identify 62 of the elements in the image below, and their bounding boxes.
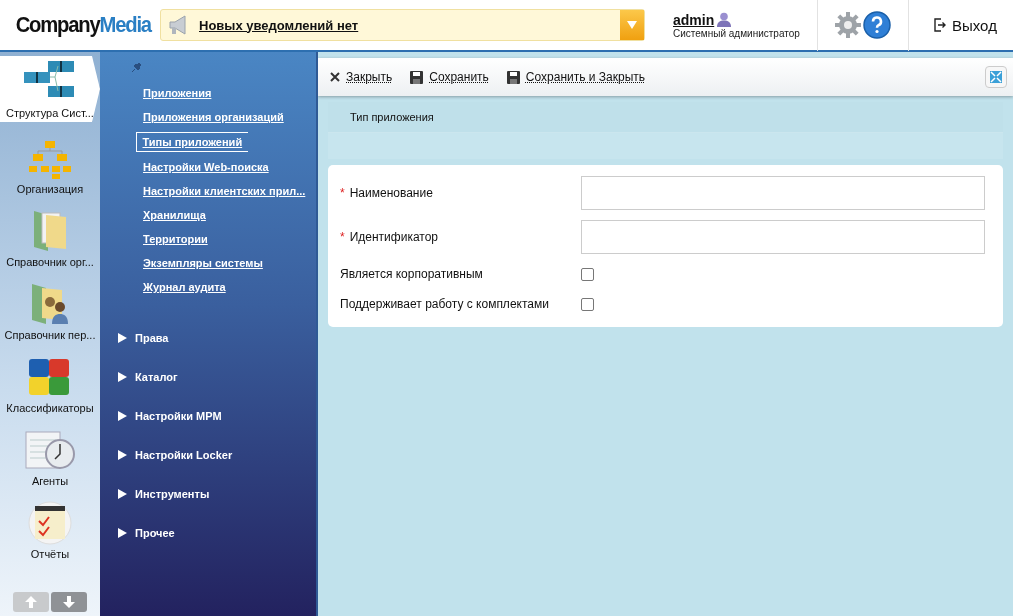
nav-link[interactable]: Настройки Web-поиска <box>137 158 275 176</box>
caret-right-icon <box>118 488 127 499</box>
nav-link[interactable]: Территории <box>137 230 214 248</box>
user-icon <box>717 12 732 27</box>
nav-group[interactable]: Права <box>118 330 316 345</box>
nav-group[interactable]: Инструменты <box>118 486 316 501</box>
nav-group[interactable]: Настройки МРМ <box>118 408 316 423</box>
toolbar-button[interactable]: Закрыть <box>330 70 393 84</box>
notification-link[interactable]: Новых уведомлений нет <box>199 17 620 33</box>
caret-right-icon <box>118 449 127 460</box>
nav-link[interactable]: Типы приложений <box>135 132 249 152</box>
logout-button[interactable]: Выход <box>934 16 997 34</box>
nav-link[interactable]: Настройки клиентских прил... <box>137 182 312 200</box>
down-arrow-icon <box>62 595 76 609</box>
module-tab[interactable]: Классификаторы <box>0 347 100 420</box>
help-icon[interactable] <box>863 11 891 39</box>
nav-link[interactable]: Приложения организаций <box>137 108 290 126</box>
module-tab[interactable]: Справочник пер... <box>0 274 100 347</box>
module-tab[interactable]: Отчёты <box>0 493 100 566</box>
expand-icon <box>990 71 1002 83</box>
save-icon <box>506 70 520 84</box>
field-label: Является корпоративным <box>339 267 484 281</box>
checklist-icon <box>27 501 73 545</box>
scroll-down-button[interactable] <box>51 592 87 612</box>
clock-icon <box>24 430 76 472</box>
user-role: Системный администратор <box>673 27 801 39</box>
nav-group[interactable]: Каталог <box>118 369 316 384</box>
module-tab[interactable]: Структура Сист... <box>0 56 100 122</box>
fullscreen-button[interactable] <box>985 66 1007 88</box>
module-tab[interactable]: Организация <box>0 128 100 201</box>
save-icon <box>410 70 424 84</box>
org-chart-icon <box>28 140 72 180</box>
caret-icon <box>627 21 637 29</box>
form-title: Тип приложения <box>350 111 434 123</box>
toolbar-button[interactable]: Сохранить и Закрыть <box>506 70 646 84</box>
caret-right-icon <box>118 371 127 382</box>
field-label: * Наименование <box>339 186 434 200</box>
nav-link[interactable]: Приложения <box>137 84 218 102</box>
toolbar-button[interactable]: Сохранить <box>410 70 489 84</box>
checkbox[interactable] <box>581 267 594 281</box>
input-field[interactable] <box>581 220 985 254</box>
module-tab[interactable]: Агенты <box>0 420 100 493</box>
caret-right-icon <box>118 410 127 421</box>
nav-group[interactable]: Прочее <box>118 525 316 540</box>
field-label: Поддерживает работу с комплектами <box>339 297 550 311</box>
user-name-link[interactable]: admin <box>673 11 715 28</box>
module-tab[interactable]: Справочник орг... <box>0 201 100 274</box>
close-icon <box>330 72 340 82</box>
pin-icon[interactable] <box>130 62 142 74</box>
nav-link[interactable]: Хранилища <box>137 206 212 224</box>
nav-link[interactable]: Экземпляры системы <box>137 254 269 272</box>
input-field[interactable] <box>581 176 985 210</box>
scroll-up-button[interactable] <box>13 592 49 612</box>
field-label: * Идентификатор <box>339 230 439 244</box>
nav-link[interactable]: Журнал аудита <box>137 278 232 296</box>
caret-right-icon <box>118 332 127 343</box>
dropdown-button[interactable] <box>620 10 644 40</box>
nav-group[interactable]: Настройки Locker <box>118 447 316 462</box>
caret-right-icon <box>118 527 127 538</box>
logout-icon <box>934 18 946 32</box>
up-arrow-icon <box>24 595 38 609</box>
checkbox[interactable] <box>581 297 594 311</box>
